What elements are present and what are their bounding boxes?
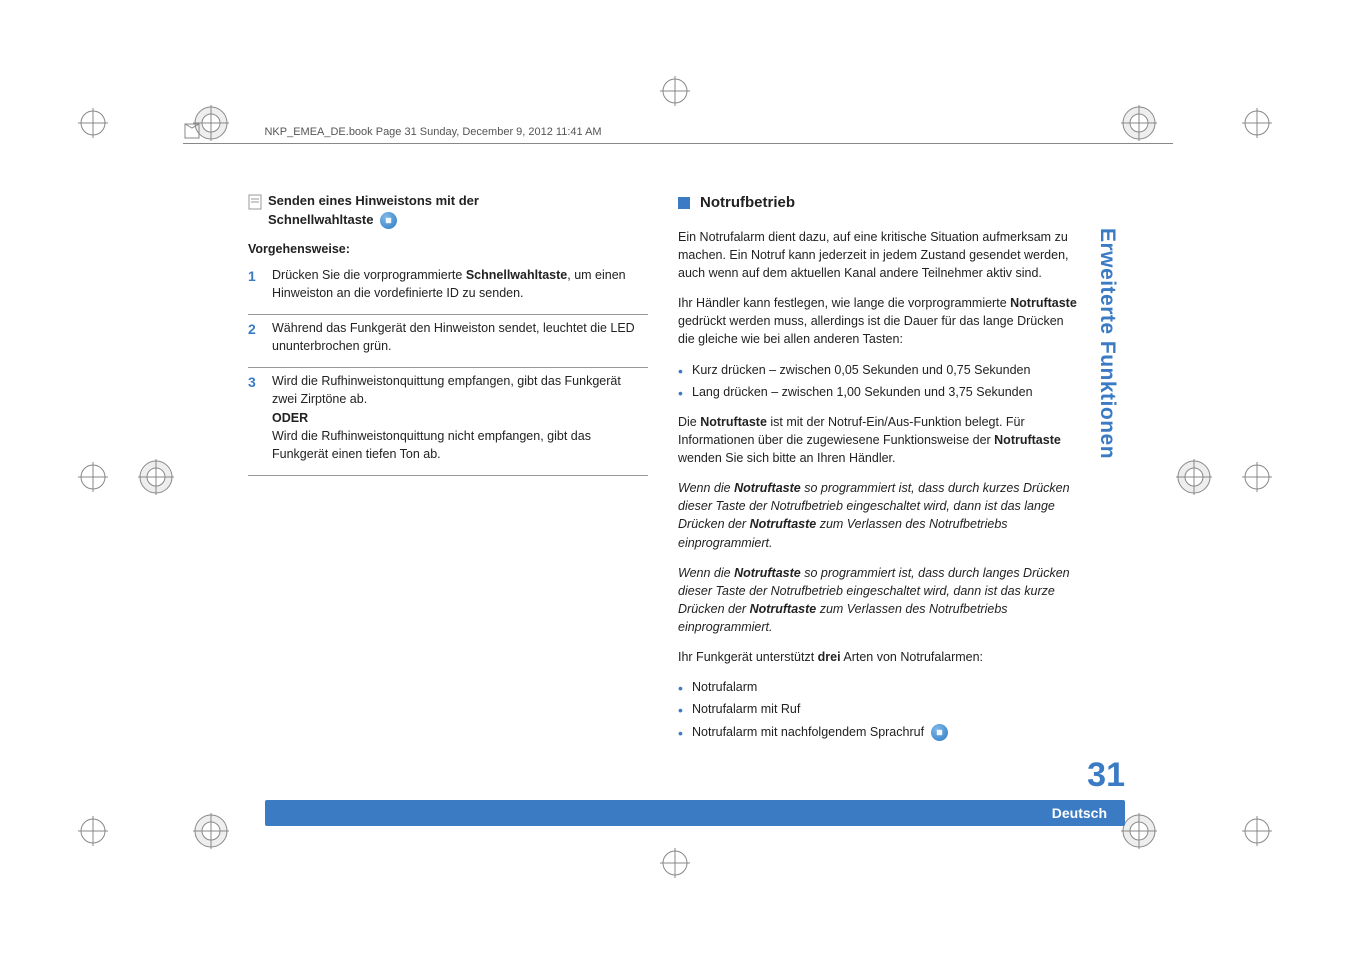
section-heading-right: Notrufbetrieb <box>678 192 1078 214</box>
note-paragraph: Wenn die Notruftaste so programmiert ist… <box>678 479 1078 552</box>
list-item: Notrufalarm mit nachfolgendem Sprachruf <box>678 723 1078 741</box>
rosette-mark-bl <box>193 813 229 849</box>
procedure-label: Vorgehensweise: <box>248 240 648 258</box>
feature-badge-icon <box>931 724 948 741</box>
step-or-label: ODER <box>272 409 648 427</box>
crop-mark-mb <box>660 848 690 878</box>
step-text: Während das Funkgerät den Hinweiston sen… <box>272 319 648 355</box>
list-item: Notrufalarm <box>678 678 1078 696</box>
rosette-mark-ml <box>138 459 174 495</box>
list-item: Kurz drücken – zwischen 0,05 Sekunden un… <box>678 361 1078 379</box>
rosette-mark-br <box>1121 813 1157 849</box>
list-item: Notrufalarm mit Ruf <box>678 700 1078 718</box>
list-item: Lang drücken – zwischen 1,00 Sekunden un… <box>678 383 1078 401</box>
right-column: Notrufbetrieb Ein Notrufalarm dient dazu… <box>678 192 1078 745</box>
rosette-mark-mr <box>1176 459 1212 495</box>
language-label: Deutsch <box>1052 805 1107 821</box>
paragraph: Die Notruftaste ist mit der Notruf-Ein/A… <box>678 413 1078 467</box>
section-title-line2: Schnellwahltaste <box>268 212 373 227</box>
crop-mark-tr <box>1242 108 1272 138</box>
section-title-right: Notrufbetrieb <box>700 192 795 214</box>
book-icon <box>183 122 201 140</box>
side-tab-text: Erweiterte Funktionen <box>1095 228 1119 459</box>
alarm-types-list: Notrufalarm Notrufalarm mit Ruf Notrufal… <box>678 678 1078 740</box>
step-number: 1 <box>248 266 262 302</box>
step-1: 1 Drücken Sie die vorprogrammierte Schne… <box>248 266 648 315</box>
document-icon <box>248 194 262 210</box>
page-number: 31 <box>1087 756 1125 795</box>
feature-badge-icon <box>380 212 397 229</box>
step-text: Wird die Rufhinweistonquittung empfangen… <box>272 372 648 463</box>
crop-mark-mr <box>1242 462 1272 492</box>
side-tab: Erweiterte Funktionen <box>1095 228 1125 788</box>
page-header: NKP_EMEA_DE.book Page 31 Sunday, Decembe… <box>183 122 1173 144</box>
paragraph: Ein Notrufalarm dient dazu, auf eine kri… <box>678 228 1078 282</box>
note-paragraph: Wenn die Notruftaste so programmiert ist… <box>678 564 1078 637</box>
language-bar: Deutsch <box>265 800 1125 826</box>
crop-mark-bl <box>78 816 108 846</box>
section-heading-left: Senden eines Hinweistons mit der Schnell… <box>248 192 648 230</box>
step-number: 2 <box>248 319 262 355</box>
press-duration-list: Kurz drücken – zwischen 0,05 Sekunden un… <box>678 361 1078 401</box>
left-column: Senden eines Hinweistons mit der Schnell… <box>248 192 648 745</box>
step-3: 3 Wird die Rufhinweistonquittung empfang… <box>248 372 648 476</box>
crop-mark-mt <box>660 76 690 106</box>
paragraph: Ihr Funkgerät unterstützt drei Arten von… <box>678 648 1078 666</box>
section-title-line1: Senden eines Hinweistons mit der <box>268 192 479 211</box>
section-marker-icon <box>678 197 690 209</box>
step-text: Drücken Sie die vorprogrammierte Schnell… <box>272 266 648 302</box>
main-content: Senden eines Hinweistons mit der Schnell… <box>248 192 1078 745</box>
paragraph: Ihr Händler kann festlegen, wie lange di… <box>678 294 1078 348</box>
header-text: NKP_EMEA_DE.book Page 31 Sunday, Decembe… <box>264 126 601 138</box>
crop-mark-tl <box>78 108 108 138</box>
crop-mark-ml <box>78 462 108 492</box>
step-number: 3 <box>248 372 262 463</box>
crop-mark-br <box>1242 816 1272 846</box>
step-2: 2 Während das Funkgerät den Hinweiston s… <box>248 319 648 368</box>
